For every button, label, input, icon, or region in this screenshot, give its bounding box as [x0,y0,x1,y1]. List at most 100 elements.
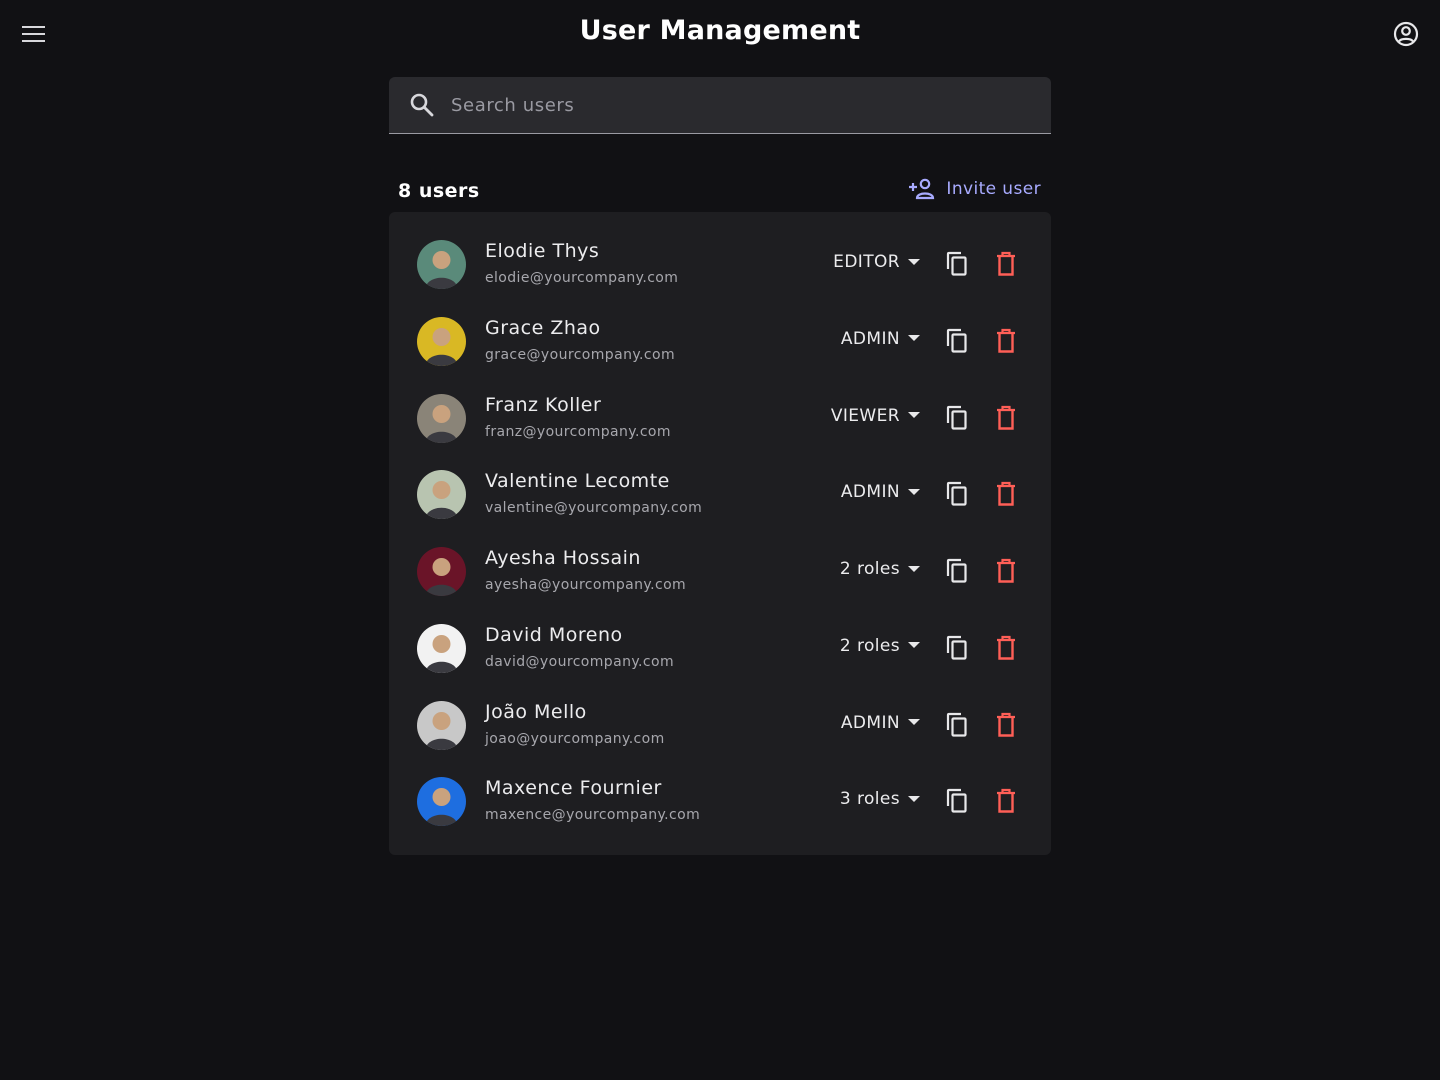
copy-button[interactable] [945,788,969,816]
avatar-image [417,316,466,366]
role-label: ADMIN [840,482,900,503]
arrow-drop-down-icon [908,258,920,265]
copy-button[interactable] [945,481,969,509]
avatar [417,316,466,366]
copy-button[interactable] [945,635,969,663]
invite-user-label: Invite user [946,179,1041,199]
user-email: maxence@yourcompany.com [485,807,701,824]
role-dropdown[interactable]: EDITOR [833,252,920,272]
role-dropdown[interactable]: VIEWER [831,406,920,426]
role-label: 3 roles [839,789,900,810]
delete-button[interactable] [995,712,1021,740]
avatar [417,777,466,827]
user-email: franz@yourcompany.com [485,423,671,440]
avatar-image [417,700,466,750]
role-dropdown[interactable]: 2 roles [840,636,920,656]
list-header: 8 users Invite user [389,172,1051,212]
delete-button[interactable] [995,558,1021,586]
user-email: grace@yourcompany.com [485,346,675,363]
page-title: User Management [579,15,861,46]
user-name: Grace Zhao [485,316,601,339]
role-dropdown[interactable]: ADMIN [841,329,920,349]
avatar-image [417,547,466,596]
user-name: Elodie Thys [485,240,600,262]
arrow-drop-down-icon [908,412,920,418]
trash-icon [997,328,1015,353]
delete-button[interactable] [995,788,1021,816]
avatar-image [417,393,466,443]
copy-button[interactable] [945,251,969,279]
copy-button[interactable] [945,328,969,356]
role-dropdown[interactable]: ADMIN [841,482,920,502]
avatar [417,470,466,520]
avatar [417,547,466,596]
user-name: João Mello [485,700,587,723]
user-count: 8 users [398,180,480,202]
avatar [417,393,466,443]
copy-button[interactable] [945,712,969,740]
user-list: Elodie Thys elodie@yourcompany.com EDITO… [389,212,1051,855]
delete-button[interactable] [995,251,1021,279]
role-dropdown[interactable]: 2 roles [840,559,920,579]
arrow-drop-down-icon [908,642,920,649]
user-name: Ayesha Hossain [485,547,641,569]
person-add-icon [909,178,935,200]
role-label: 2 roles [839,559,900,579]
avatar-image [417,777,466,827]
delete-button[interactable] [995,635,1021,663]
account-button[interactable] [1386,14,1426,54]
user-email: elodie@yourcompany.com [485,270,679,286]
user-row: Maxence Fournier maxence@yourcompany.com… [389,763,1051,840]
avatar [417,240,466,289]
copy-button[interactable] [945,558,969,586]
user-name: Maxence Fournier [485,777,662,800]
delete-button[interactable] [995,405,1021,433]
avatar [417,623,466,673]
avatar-image [417,240,466,289]
user-row: David Moreno david@yourcompany.com 2 rol… [389,610,1051,687]
search-field[interactable] [389,77,1051,134]
search-icon [410,93,434,117]
copy-icon [946,405,967,430]
user-row: Grace Zhao grace@yourcompany.com ADMIN [389,303,1051,380]
copy-icon [946,558,967,583]
avatar-image [417,470,466,520]
user-row: João Mello joao@yourcompany.com ADMIN [389,687,1051,764]
invite-user-button[interactable]: Invite user [908,178,1041,200]
copy-button[interactable] [945,405,969,433]
search-input[interactable] [451,94,1011,116]
role-label: VIEWER [830,405,900,426]
role-label: EDITOR [833,252,900,272]
arrow-drop-down-icon [908,719,920,725]
arrow-drop-down-icon [908,488,920,495]
trash-icon [997,789,1015,813]
trash-icon [997,635,1015,660]
role-dropdown[interactable]: 3 roles [840,789,920,809]
user-email: joao@yourcompany.com [485,730,665,747]
trash-icon [997,482,1015,506]
arrow-drop-down-icon [908,795,920,802]
delete-button[interactable] [995,481,1021,509]
copy-icon [946,328,967,353]
role-label: ADMIN [840,328,900,349]
copy-icon [946,789,967,813]
copy-icon [946,635,967,660]
role-label: 2 roles [839,635,900,656]
user-row: Valentine Lecomte valentine@yourcompany.… [389,456,1051,533]
account-circle-icon [1393,21,1419,47]
user-name: Valentine Lecomte [485,470,670,493]
role-dropdown[interactable]: ADMIN [841,713,920,733]
top-bar: User Management [0,0,1440,68]
avatar [417,700,466,750]
copy-icon [946,712,967,737]
user-row: Ayesha Hossain ayesha@yourcompany.com 2 … [389,533,1051,610]
arrow-drop-down-icon [908,565,920,572]
delete-button[interactable] [995,328,1021,356]
trash-icon [997,251,1015,276]
role-label: ADMIN [840,712,900,733]
copy-icon [946,482,967,506]
arrow-drop-down-icon [908,335,920,342]
user-name: Franz Koller [485,393,602,416]
user-name: David Moreno [485,623,623,646]
user-email: david@yourcompany.com [485,653,674,670]
